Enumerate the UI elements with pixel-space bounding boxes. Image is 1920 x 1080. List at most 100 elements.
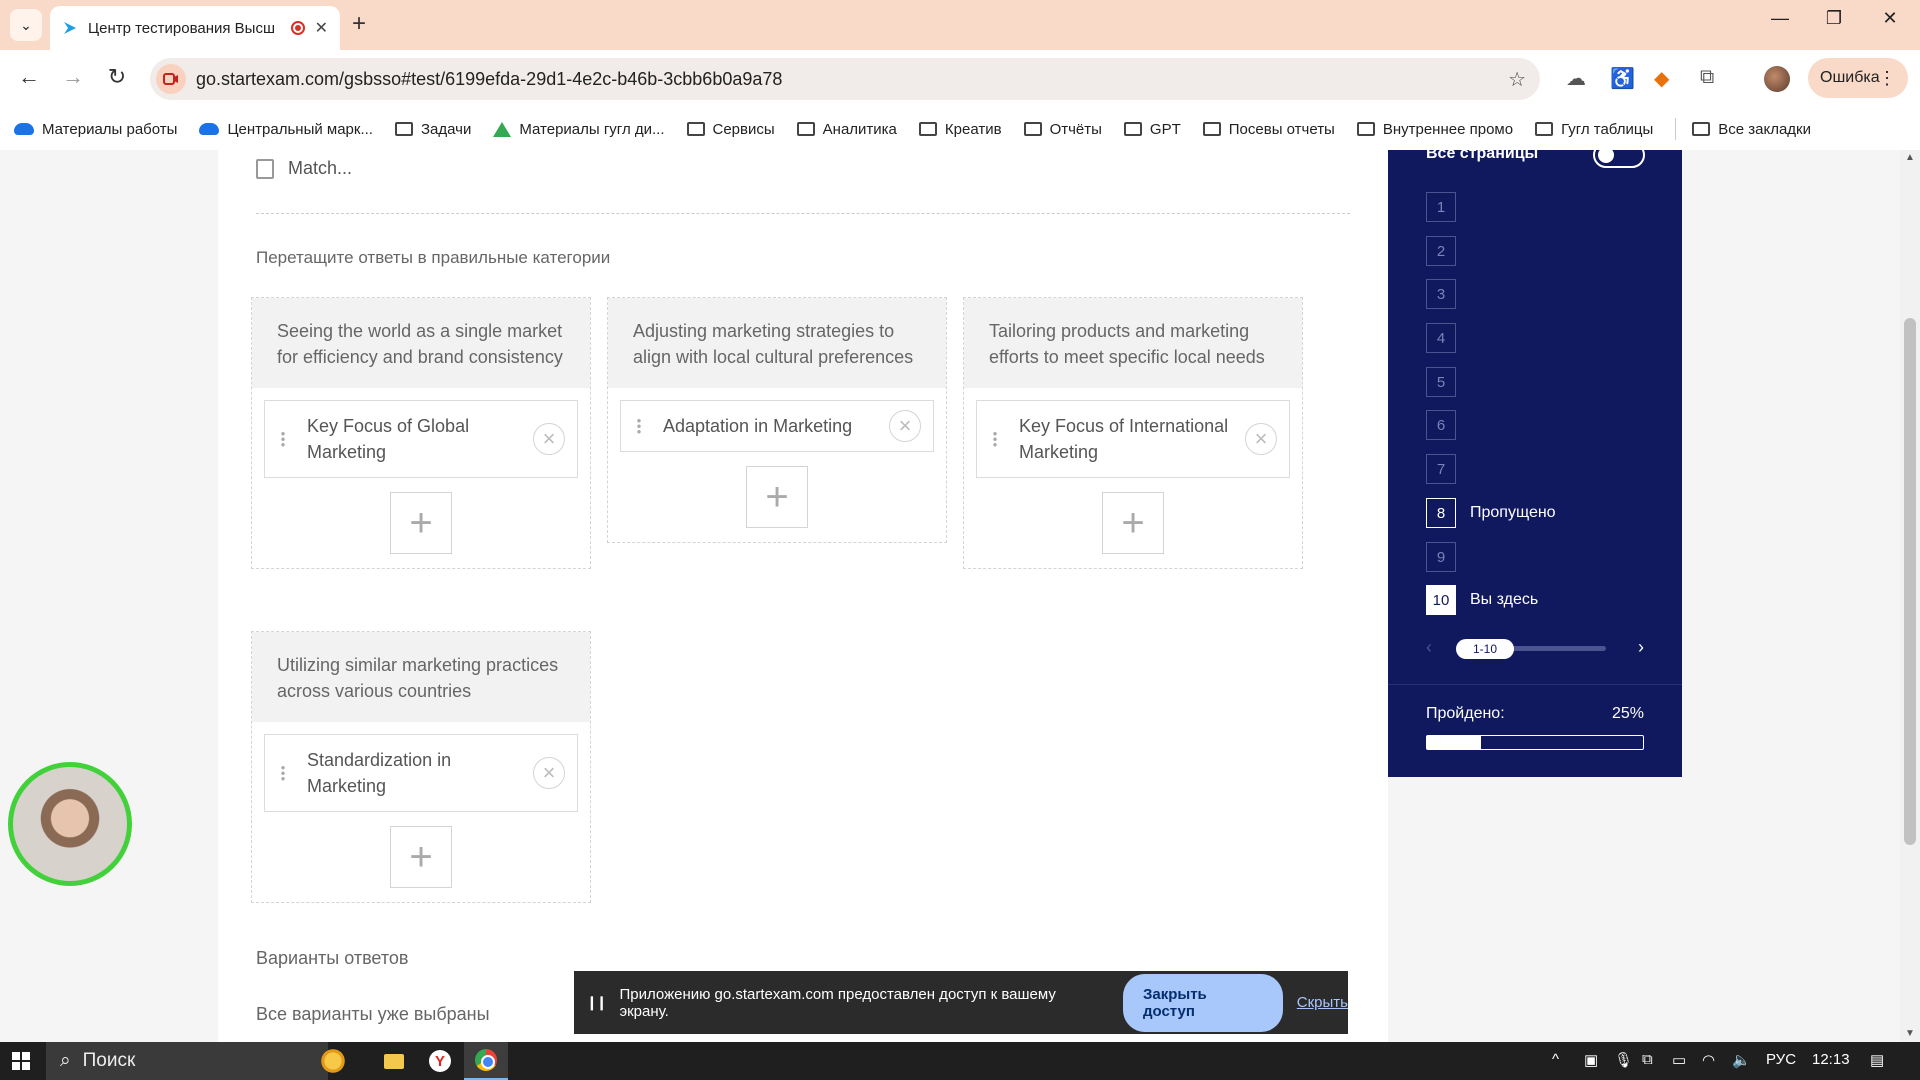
page-viewport: Match... Перетащите ответы в правильные … [0,150,1920,1042]
notifications-icon[interactable]: ▤ [1870,1051,1884,1069]
page-item[interactable]: 5 [1426,367,1470,397]
bookmark-item[interactable]: Внутреннее промо [1356,121,1513,138]
range-thumb[interactable]: 1-10 [1456,639,1514,659]
tab-search-button[interactable]: ⌄ [10,9,42,41]
placed-answer-chip[interactable]: Adaptation in Marketing × [620,400,934,452]
page-item[interactable]: 1 [1426,192,1470,222]
taskbar-search-label: Поиск [82,1050,136,1071]
placed-answer-chip[interactable]: Key Focus of International Marketing × [976,400,1290,478]
battery-icon[interactable]: ▭ [1672,1051,1686,1069]
add-answer-button[interactable]: + [390,826,452,888]
minimize-icon[interactable]: — [1760,8,1800,29]
question-type: Match... [256,158,352,179]
bookmark-item[interactable]: Креатив [918,121,1002,138]
page-item[interactable]: 3 [1426,279,1470,309]
page-item-current[interactable]: 10 Вы здесь [1426,585,1538,615]
scroll-up-icon[interactable]: ▲ [1905,152,1915,163]
more-menu-icon[interactable]: ⋮ [1878,68,1896,89]
drag-handle-icon[interactable]: ❙❙ [586,994,608,1011]
category-dropzone[interactable]: Utilizing similar marketing practices ac… [251,631,591,903]
all-pages-toggle[interactable] [1593,150,1645,168]
folder-icon [384,1053,404,1069]
stop-sharing-button[interactable]: Закрыть доступ [1122,973,1283,1032]
folder-icon [686,122,705,136]
microphone-icon[interactable]: 🎙 [1614,1051,1633,1069]
chrome-app[interactable] [464,1042,508,1080]
bookmark-item[interactable]: Посевы отчеты [1202,121,1335,138]
placed-answer-chip[interactable]: Standardization in Marketing × [264,734,578,812]
chevron-up-icon[interactable]: ^ [1552,1051,1559,1068]
remove-answer-icon[interactable]: × [889,410,921,442]
bookmark-item[interactable]: Материалы работы [14,121,177,138]
bookmark-item[interactable]: Гугл таблицы [1535,121,1653,138]
page-item[interactable]: 9 [1426,542,1470,572]
chevron-right-icon[interactable]: › [1638,637,1644,658]
bookmark-item[interactable]: Задачи [394,121,471,138]
page-item[interactable]: 2 [1426,236,1470,266]
screen-share-tray-icon[interactable]: ⧉ [1642,1051,1653,1068]
file-explorer-app[interactable] [372,1042,416,1080]
scroll-down-icon[interactable]: ▼ [1905,1028,1915,1039]
reload-icon[interactable]: ↻ [102,64,132,90]
tab-title: Центр тестирования Высш [88,19,275,37]
language-indicator[interactable]: РУС [1766,1051,1796,1068]
volume-icon[interactable]: 🔈 [1732,1051,1751,1069]
chevron-left-icon[interactable]: ‹ [1426,637,1432,658]
remove-answer-icon[interactable]: × [1245,423,1277,455]
remove-answer-icon[interactable]: × [533,423,565,455]
category-dropzone[interactable]: Seeing the world as a single market for … [251,297,591,569]
page-item[interactable]: 4 [1426,323,1470,353]
placed-answer-chip[interactable]: Key Focus of Global Marketing × [264,400,578,478]
bookmark-item[interactable]: Отчёты [1023,121,1102,138]
hide-link[interactable]: Скрыть [1297,994,1348,1011]
progress-bar [1426,735,1644,750]
bookmark-item[interactable]: Сервисы [686,121,775,138]
page-range-slider[interactable]: ‹ 1-10 › [1426,637,1646,661]
bookmark-item[interactable]: Центральный марк... [199,121,373,138]
all-bookmarks-button[interactable]: Все закладки [1692,121,1811,138]
drive-icon [493,121,512,137]
extension-graduation-icon[interactable]: ◆ [1654,66,1669,91]
device-icon[interactable]: ▣ [1584,1051,1598,1069]
page-item[interactable]: 6 [1426,410,1470,440]
yandex-browser-app[interactable]: Y [418,1042,462,1080]
extension-accessibility-icon[interactable]: ♿ [1610,66,1635,91]
add-answer-button[interactable]: + [1102,492,1164,554]
taskbar-search[interactable]: ⌕ Поиск [46,1042,328,1080]
new-tab-button[interactable]: + [352,10,366,38]
forward-icon[interactable]: → [58,64,88,90]
close-window-icon[interactable]: ✕ [1870,8,1910,29]
address-bar[interactable]: go.startexam.com/gsbsso#test/6199efda-29… [150,58,1540,100]
profile-error-button[interactable]: Ошибка ⋮ [1808,58,1908,98]
url-text: go.startexam.com/gsbsso#test/6199efda-29… [196,68,783,89]
remove-answer-icon[interactable]: × [533,757,565,789]
restore-icon[interactable]: ❐ [1814,8,1854,29]
weather-icon[interactable] [318,1046,348,1076]
scrollbar-thumb[interactable] [1904,318,1916,845]
wifi-icon[interactable]: ◠ [1702,1051,1715,1069]
category-dropzone[interactable]: Adjusting marketing strategies to align … [607,297,947,543]
browser-tab[interactable]: Центр тестирования Высш ✕ [50,6,340,50]
close-tab-icon[interactable]: ✕ [315,18,328,38]
back-icon[interactable]: ← [14,64,44,90]
drag-handle-icon[interactable] [637,418,641,434]
bookmark-item[interactable]: GPT [1123,121,1181,138]
drag-handle-icon[interactable] [281,765,285,781]
category-dropzone[interactable]: Tailoring products and marketing efforts… [963,297,1303,569]
bookmark-item[interactable]: Аналитика [796,121,897,138]
bookmark-star-icon[interactable]: ☆ [1508,67,1526,92]
drag-handle-icon[interactable] [281,431,285,447]
page-scrollbar[interactable]: ▲ ▼ [1900,150,1920,1042]
clock[interactable]: 12:13 [1812,1051,1850,1068]
windows-start-icon[interactable] [12,1052,30,1070]
page-item[interactable]: 7 [1426,454,1470,484]
extension-cloud-icon[interactable]: ☁ [1566,66,1586,91]
screen-share-indicator-icon[interactable] [156,64,186,94]
drag-handle-icon[interactable] [993,431,997,447]
extensions-puzzle-icon[interactable]: ⧉ [1700,66,1714,89]
page-item-skipped[interactable]: 8 Пропущено [1426,498,1556,528]
bookmark-item[interactable]: Материалы гугл ди... [493,121,665,138]
profile-avatar[interactable] [1764,66,1790,92]
add-answer-button[interactable]: + [390,492,452,554]
add-answer-button[interactable]: + [746,466,808,528]
